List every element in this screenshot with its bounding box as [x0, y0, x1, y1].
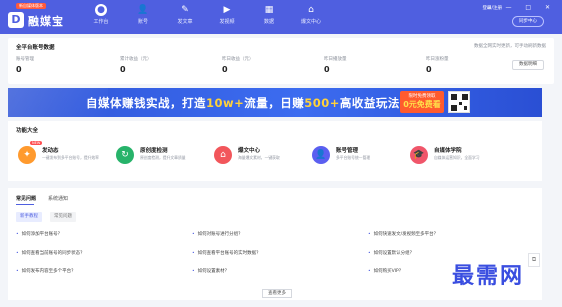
video-icon: ▶	[223, 5, 231, 15]
feature-name: 原创度检测	[140, 148, 168, 154]
feature-desc: 海量爆文素材，一键获取	[238, 155, 280, 160]
stat-value: 0	[120, 65, 126, 74]
stat-yesterday-fans: 昨日涨粉量 0	[426, 56, 506, 74]
feature-desc: 多平台账号统一管理	[336, 155, 371, 160]
features-panel: 功能大全 ✦ NEW 发动态 一键发布到多平台账号，提升效率 ↻ 原创度检测 原…	[8, 121, 542, 181]
banner-headline: 自媒体赚钱实战，打造10w+流量，日赚500+高收益玩法	[86, 95, 400, 111]
banner-tag-line2: 0元免费看	[403, 100, 441, 109]
banner-text-part: 高收益玩法	[339, 96, 400, 110]
nav-label: 爆文中心	[300, 19, 321, 25]
app-window: 新自媒体版本 D 融媒宝 ● 工作台 👤 账号 ✎ 发文章 ▶ 发视频 ▦ 数据…	[0, 0, 562, 307]
faq-question[interactable]: 如何查看平台账号的实时数据？	[192, 250, 261, 256]
feature-desc: 自媒体运营知识，全面学习	[434, 155, 480, 160]
stat-accounts: 账号管理 0	[16, 56, 96, 74]
stat-value: 0	[222, 65, 228, 74]
chart-icon: ▦	[264, 5, 274, 15]
banner-text-part: 自媒体赚钱实战，打造	[86, 96, 206, 110]
pen-icon: ✎	[181, 5, 189, 15]
overview-panel: 全平台账号数据 数据全网实时更新，可手动刷新数据 账号管理 0 累计收益（元） …	[8, 38, 554, 84]
tab-faq[interactable]: 常见问题	[16, 195, 36, 202]
chat-icon: ✦	[18, 146, 36, 164]
feature-name: 账号管理	[336, 148, 359, 154]
faq-question[interactable]: 如何发布内容至多个平台？	[16, 268, 76, 274]
stat-label: 昨日播放量	[324, 57, 347, 62]
nav-item-workbench[interactable]: ● 工作台	[80, 4, 122, 32]
feature-originality-check[interactable]: ↻ 原创度检测 原创度检测，提升文章质量	[116, 143, 216, 173]
stat-value: 0	[426, 65, 432, 74]
nav-item-hot[interactable]: ⌂ 爆文中心	[290, 4, 332, 32]
banner-free-tag[interactable]: 限时免费领取 0元免费看	[400, 91, 444, 113]
stat-label: 昨日涨粉量	[426, 57, 449, 62]
new-badge: NEW	[30, 141, 43, 145]
graduation-icon: 🎓	[410, 146, 428, 164]
stat-value: 0	[324, 65, 330, 74]
home-circle-icon: ●	[95, 4, 107, 16]
app-logo[interactable]: 新自媒体版本 D 融媒宝	[6, 3, 74, 30]
sync-center-button[interactable]: 同步中心	[512, 16, 544, 27]
feature-post-dynamic[interactable]: ✦ NEW 发动态 一键发布到多平台账号，提升效率	[18, 141, 118, 173]
faq-question[interactable]: 如何设置素材？	[192, 268, 230, 274]
nav-label: 数据	[263, 19, 274, 25]
faq-question[interactable]: 如何快速发文/发视频至多平台？	[368, 231, 439, 237]
stat-label: 累计收益（元）	[120, 57, 152, 62]
feature-name: 发动态	[42, 148, 59, 154]
logo-badge: 新自媒体版本	[16, 3, 46, 9]
faq-question[interactable]: 如何对账号进行分组？	[192, 231, 243, 237]
nav-label: 账号	[137, 19, 148, 25]
banner-highlight: 500+	[304, 96, 340, 110]
faq-question[interactable]: 如何添加平台账号？	[16, 231, 63, 237]
feature-academy[interactable]: 🎓 自媒体学院 自媒体运营知识，全面学习	[410, 143, 510, 173]
logo-text: 融媒宝	[28, 15, 64, 28]
faq-question[interactable]: 如何设置默认分组？	[368, 250, 415, 256]
subtab-common[interactable]: 常见问题	[50, 212, 76, 222]
stat-total-income: 累计收益（元） 0	[120, 56, 200, 74]
user-icon: 👤	[312, 146, 330, 164]
nav-item-article[interactable]: ✎ 发文章	[164, 4, 206, 32]
feature-desc: 原创度检测，提升文章质量	[140, 155, 186, 160]
feature-hot-articles[interactable]: ⌂ 爆文中心 海量爆文素材，一键获取	[214, 143, 314, 173]
stat-label: 昨日收益（元）	[222, 57, 254, 62]
stat-yesterday-plays: 昨日播放量 0	[324, 56, 404, 74]
top-bar: 新自媒体版本 D 融媒宝 ● 工作台 👤 账号 ✎ 发文章 ▶ 发视频 ▦ 数据…	[0, 0, 562, 34]
logo-mark-icon: D	[8, 12, 24, 28]
watermark: 最需网	[452, 263, 525, 289]
nav-item-data[interactable]: ▦ 数据	[248, 4, 290, 32]
nav-item-account[interactable]: 👤 账号	[122, 4, 164, 32]
stat-yesterday-income: 昨日收益（元） 0	[222, 56, 302, 74]
nav-item-video[interactable]: ▶ 发视频	[206, 4, 248, 32]
feature-name: 自媒体学院	[434, 148, 462, 154]
nav-label: 发文章	[177, 19, 193, 25]
nav-label: 工作台	[93, 19, 109, 25]
faq-question[interactable]: 如何查看当前账号的同步状态？	[16, 250, 85, 256]
qr-code-icon	[448, 91, 470, 113]
window-controls[interactable]: ≡ — □ ✕	[487, 4, 556, 11]
tab-notice[interactable]: 系统通知	[48, 195, 68, 202]
home-icon: ⌂	[214, 146, 232, 164]
data-detail-button[interactable]: 数据明细	[512, 60, 544, 70]
side-float-icon[interactable]: ⧉	[528, 253, 540, 267]
feature-desc: 一键发布到多平台账号，提升效率	[42, 155, 99, 160]
overview-title: 全平台账号数据	[16, 45, 55, 51]
refresh-icon: ↻	[116, 146, 134, 164]
nav-label: 发视频	[219, 19, 235, 25]
banner-text-part: 流量，日赚	[244, 96, 305, 110]
overview-tip: 数据全网实时更新，可手动刷新数据	[474, 44, 546, 49]
subtab-tutorial[interactable]: 新手教程	[16, 212, 42, 222]
promo-banner[interactable]: 自媒体赚钱实战，打造10w+流量，日赚500+高收益玩法 限时免费领取 0元免费…	[8, 88, 542, 117]
tab-underline	[16, 204, 34, 205]
faq-question[interactable]: 如何购买VIP？	[368, 268, 404, 274]
view-more-button[interactable]: 查看更多	[262, 289, 292, 298]
user-icon: 👤	[137, 5, 149, 15]
feature-account-manage[interactable]: 👤 账号管理 多平台账号统一管理	[312, 143, 412, 173]
home-icon: ⌂	[308, 5, 314, 15]
features-title: 功能大全	[16, 128, 39, 134]
stat-label: 账号管理	[16, 57, 34, 62]
feature-name: 爆文中心	[238, 148, 261, 154]
banner-highlight: 10w+	[206, 96, 245, 110]
stat-value: 0	[16, 65, 22, 74]
